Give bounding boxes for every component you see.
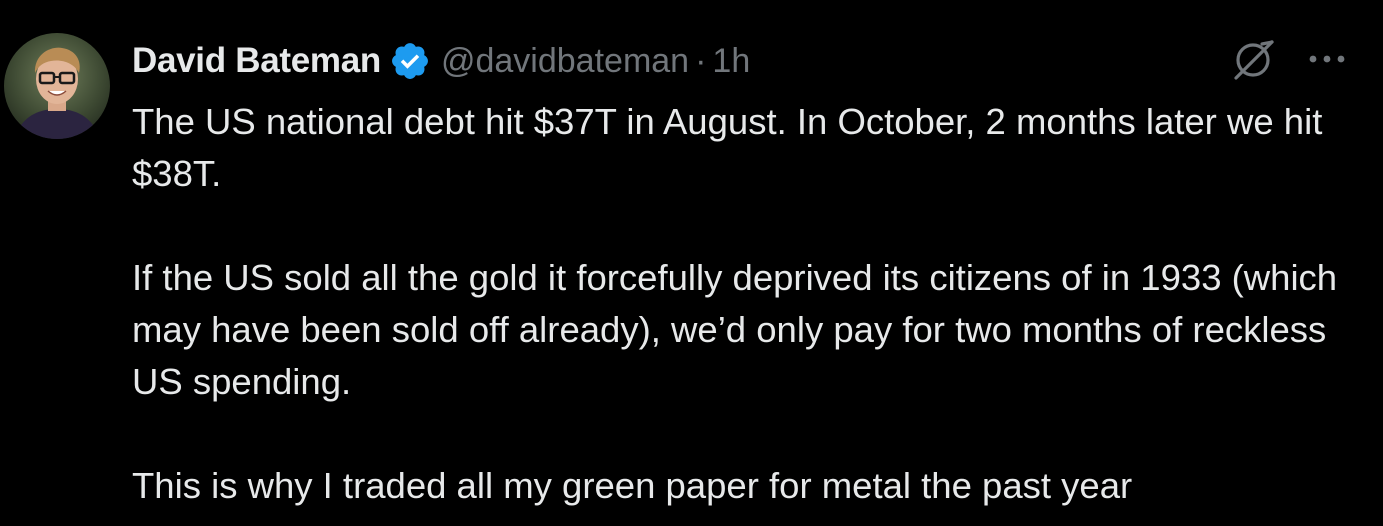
tweet[interactable]: David Bateman @davidbateman · 1h The US … (0, 0, 1383, 526)
tweet-paragraph: This is why I traded all my green paper … (132, 465, 1133, 506)
grok-icon[interactable] (1228, 34, 1278, 84)
avatar-image (4, 33, 110, 139)
tweet-timestamp[interactable]: 1h (712, 42, 750, 81)
tweet-actions (1228, 34, 1350, 84)
tweet-header: David Bateman @davidbateman · 1h (132, 36, 750, 86)
tweet-paragraph: The US national debt hit $37T in August.… (132, 101, 1323, 194)
tweet-text: The US national debt hit $37T in August.… (132, 96, 1364, 512)
verified-badge-icon[interactable] (389, 40, 431, 82)
more-options-icon[interactable] (1304, 34, 1350, 84)
avatar[interactable] (4, 33, 110, 139)
tweet-paragraph: If the US sold all the gold it forcefull… (132, 257, 1338, 402)
author-handle[interactable]: @davidbateman (441, 42, 689, 81)
author-name[interactable]: David Bateman (132, 41, 381, 81)
header-separator: · (695, 41, 707, 80)
